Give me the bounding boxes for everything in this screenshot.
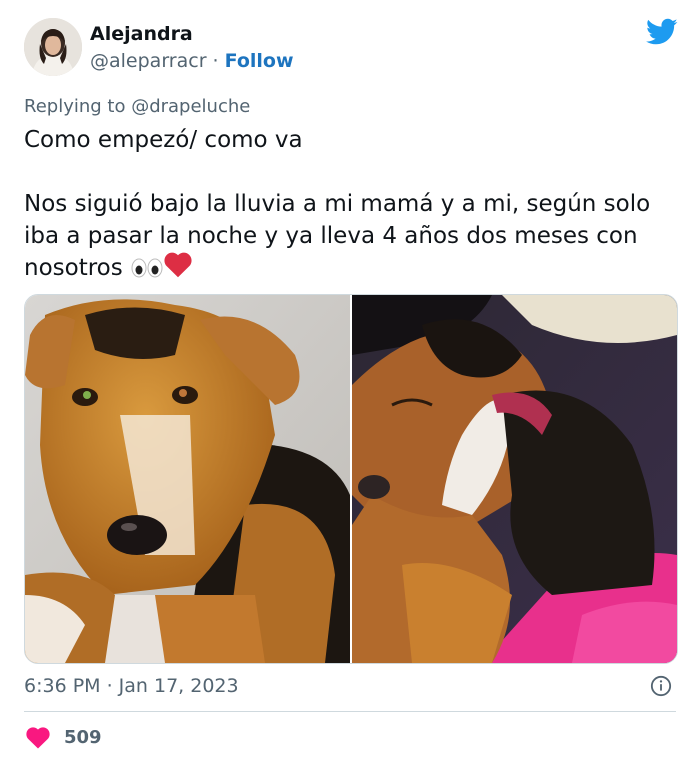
tweet-body: Nos siguió bajo la lluvia a mi mamá y a … [24, 191, 658, 281]
follow-button[interactable]: Follow [225, 50, 294, 72]
heart-like-icon[interactable] [26, 727, 50, 749]
tweet-media-grid [24, 294, 678, 664]
dog-photo-now[interactable] [352, 295, 677, 663]
author-handle[interactable]: @aleparracr [90, 50, 207, 72]
like-count[interactable]: 509 [64, 727, 102, 748]
tweet-timestamp[interactable]: 6:36 PM · Jan 17, 2023 [24, 675, 239, 697]
avatar[interactable] [24, 18, 82, 76]
author-display-name[interactable]: Alejandra [90, 23, 193, 45]
handle-separator: · [206, 50, 225, 72]
tweet-line-1: Como empezó/ como va [24, 127, 303, 153]
eyes-emoji-icon [130, 255, 164, 287]
info-icon[interactable] [650, 675, 672, 697]
replying-to-label[interactable]: Replying to @drapeluche [24, 96, 250, 117]
divider [24, 711, 676, 712]
dog-photo-then[interactable] [25, 295, 350, 663]
author-handle-row: @aleparracr · Follow [90, 50, 294, 72]
tweet-text: Como empezó/ como va Nos siguió bajo la … [24, 124, 684, 287]
tweet-embed: Alejandra @aleparracr · Follow Replying … [0, 0, 700, 764]
red-heart-emoji-icon [164, 252, 192, 287]
twitter-bird-icon[interactable] [646, 18, 678, 46]
